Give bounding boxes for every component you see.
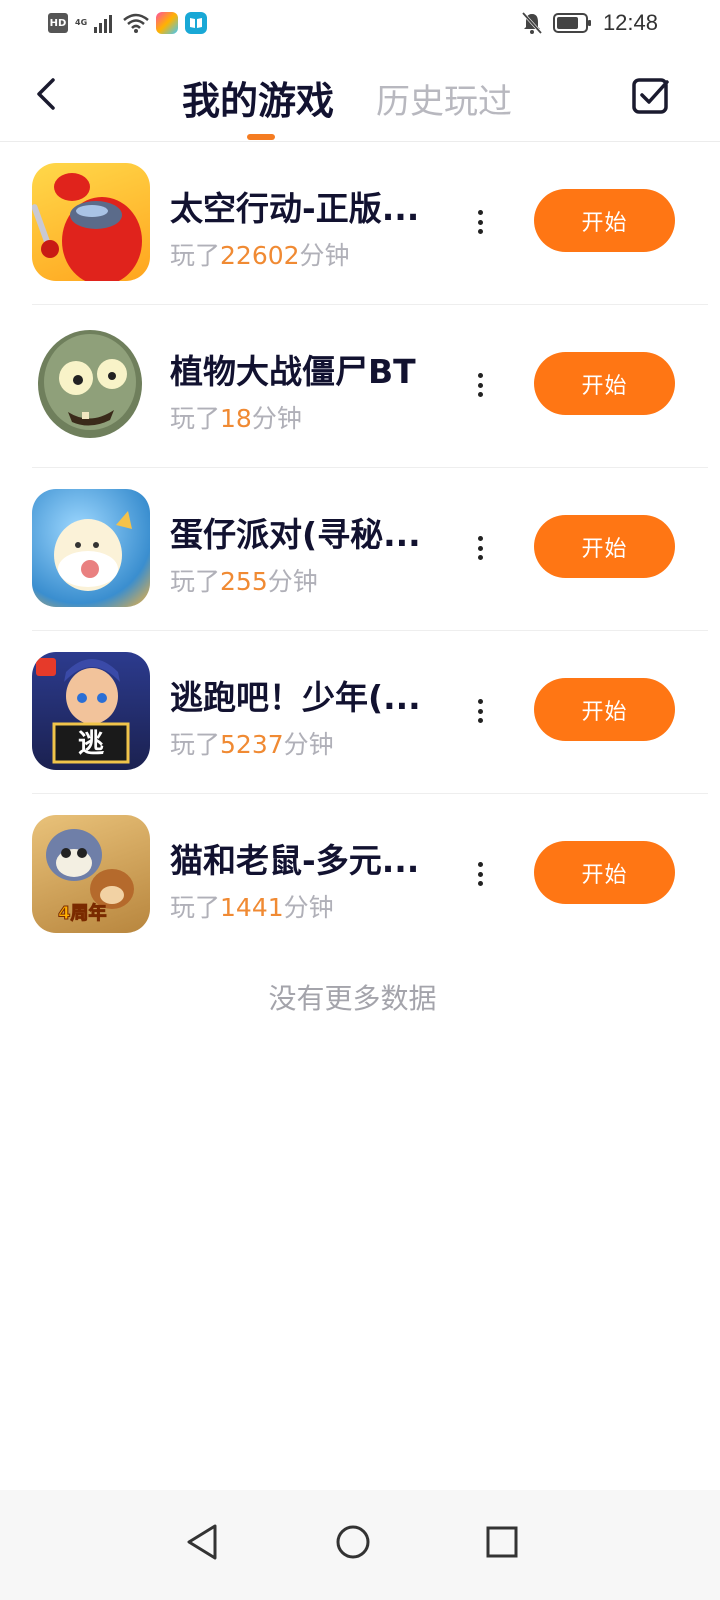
header: 我的游戏 历史玩过 <box>0 50 720 142</box>
game-row[interactable]: 4周年 猫和老鼠-多元... 玩了1441分钟 开始 <box>32 794 708 957</box>
manage-button[interactable] <box>632 76 670 114</box>
play-minutes: 255 <box>220 567 268 596</box>
square-recents-icon <box>486 1526 518 1558</box>
more-options-icon[interactable] <box>470 693 490 729</box>
game-title: 猫和老鼠-多元... <box>170 841 420 880</box>
network-type-label: 4G <box>75 18 88 27</box>
start-button[interactable]: 开始 <box>534 841 675 904</box>
system-nav-bar <box>0 1490 720 1600</box>
play-minutes: 5237 <box>220 730 284 759</box>
play-time: 玩了255分钟 <box>170 567 318 596</box>
game-title: 逃跑吧！少年(... <box>170 678 421 717</box>
game-title: 植物大战僵尸BT <box>170 352 416 391</box>
run-boy-icon[interactable]: 逃 <box>32 652 150 770</box>
nav-back-button[interactable] <box>172 1512 232 1572</box>
nav-home-button[interactable] <box>323 1512 383 1572</box>
more-options-icon[interactable] <box>470 856 490 892</box>
more-options-icon[interactable] <box>470 204 490 240</box>
game-list: 太空行动-正版... 玩了22602分钟 开始 植物大战僵尸BT 玩了18分钟 … <box>0 142 720 957</box>
clock: 12:48 <box>602 10 658 35</box>
start-button[interactable]: 开始 <box>534 352 675 415</box>
tom-and-jerry-icon[interactable]: 4周年 <box>32 815 150 933</box>
game-title: 蛋仔派对(寻秘... <box>170 515 421 554</box>
battery-icon <box>552 13 591 33</box>
no-more-data-text: 没有更多数据 <box>268 982 437 1015</box>
start-button[interactable]: 开始 <box>534 189 675 252</box>
play-time: 玩了1441分钟 <box>170 893 334 922</box>
tab-history[interactable]: 历史玩过 <box>376 74 512 123</box>
tab-my-games[interactable]: 我的游戏 <box>182 70 334 125</box>
game-row[interactable]: 植物大战僵尸BT 玩了18分钟 开始 <box>32 305 708 468</box>
signal-icon <box>94 15 113 33</box>
eggy-party-icon[interactable] <box>32 489 150 607</box>
game-row[interactable]: 逃 逃跑吧！少年(... 玩了5237分钟 开始 <box>32 631 708 794</box>
zombie-head-icon[interactable] <box>32 326 150 444</box>
back-button[interactable] <box>28 74 64 114</box>
play-time: 玩了5237分钟 <box>170 730 334 759</box>
hd-icon: HD <box>48 13 68 33</box>
svg-text:4周年: 4周年 <box>58 902 107 924</box>
more-options-icon[interactable] <box>470 530 490 566</box>
status-bar: HD 4G 12:48 <box>0 0 720 50</box>
game-title: 太空行动-正版... <box>170 189 420 228</box>
wifi-icon <box>123 13 149 33</box>
play-time: 玩了18分钟 <box>170 404 302 433</box>
status-left: HD 4G <box>48 12 208 34</box>
circle-home-icon <box>336 1525 370 1559</box>
start-button[interactable]: 开始 <box>534 515 675 578</box>
triangle-back-icon <box>187 1524 217 1560</box>
start-button[interactable]: 开始 <box>534 678 675 741</box>
nav-recents-button[interactable] <box>472 1512 532 1572</box>
game-row[interactable]: 太空行动-正版... 玩了22602分钟 开始 <box>32 142 708 305</box>
chevron-left-icon <box>37 78 55 110</box>
checkbox-edit-icon <box>632 78 669 114</box>
play-minutes: 18 <box>220 404 252 433</box>
game-row[interactable]: 蛋仔派对(寻秘... 玩了255分钟 开始 <box>32 468 708 631</box>
among-us-crewmate-icon[interactable] <box>32 163 150 281</box>
play-minutes: 22602 <box>220 241 300 270</box>
svg-text:逃: 逃 <box>78 729 104 759</box>
book-app-icon <box>185 12 208 34</box>
play-minutes: 1441 <box>220 893 284 922</box>
active-tab-indicator <box>247 134 275 140</box>
play-time: 玩了22602分钟 <box>170 241 350 270</box>
notification-app-icon <box>156 12 179 34</box>
bell-muted-icon <box>521 11 543 35</box>
status-right: 12:48 <box>521 10 658 36</box>
more-options-icon[interactable] <box>470 367 490 403</box>
